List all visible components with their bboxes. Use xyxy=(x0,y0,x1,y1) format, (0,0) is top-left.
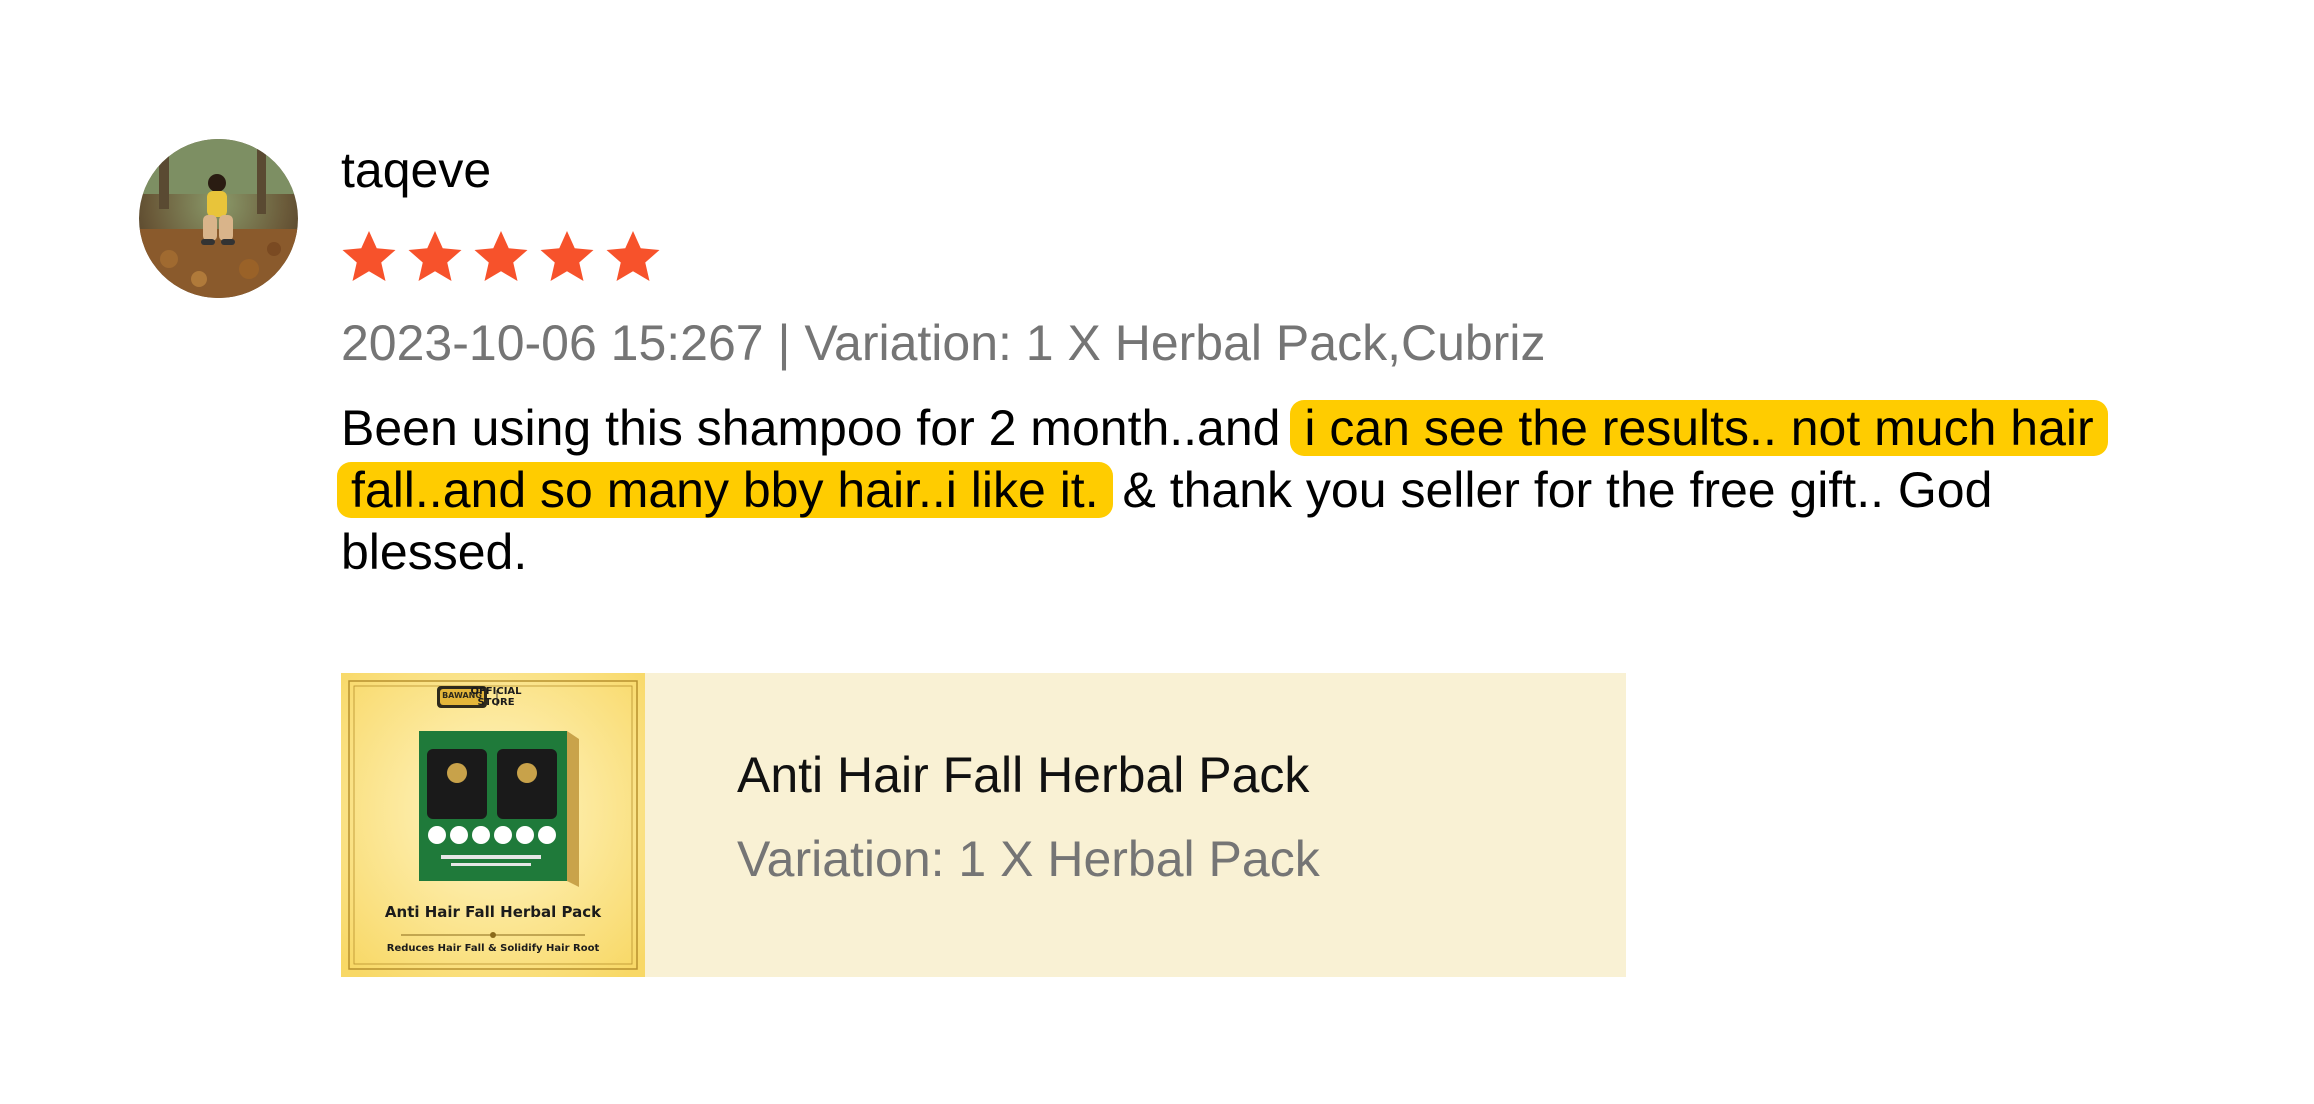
product-image xyxy=(341,673,645,977)
review-date: 2023-10-06 15:267 xyxy=(341,315,764,371)
star-icon xyxy=(342,231,396,281)
user-avatar-photo xyxy=(139,139,298,298)
user-avatar[interactable] xyxy=(139,139,298,298)
review-body: Been using this shampoo for 2 month..and… xyxy=(337,397,2141,583)
reviewer-username: taqeve xyxy=(341,142,492,198)
review-item: taqeve 2023-10-06 15:267 | Variation: 1 … xyxy=(0,0,2314,1104)
review-variation: Variation: 1 X Herbal Pack,Cubriz xyxy=(804,315,1546,371)
review-text-before: Been using this shampoo for 2 month..and xyxy=(341,400,1295,456)
star-icon xyxy=(606,231,660,281)
star-icon xyxy=(540,231,594,281)
thumb-tagline: Reduces Hair Fall & Solidify Hair Root xyxy=(386,943,600,954)
product-variation: Variation: 1 X Herbal Pack xyxy=(737,831,1320,887)
product-title[interactable]: Anti Hair Fall Herbal Pack xyxy=(737,745,1320,805)
review-meta: 2023-10-06 15:267 | Variation: 1 X Herba… xyxy=(341,313,1545,373)
meta-separator: | xyxy=(763,315,805,371)
product-thumbnail[interactable]: BAWANG OFFICIAL STORE Anti Hair Fall Her… xyxy=(341,673,645,977)
product-card[interactable]: BAWANG OFFICIAL STORE Anti Hair Fall Her… xyxy=(341,673,1626,977)
thumb-store: OFFICIAL STORE xyxy=(470,686,522,708)
star-icon xyxy=(408,231,462,281)
thumb-product-name: Anti Hair Fall Herbal Pack xyxy=(384,903,602,921)
product-info: Anti Hair Fall Herbal Pack Variation: 1 … xyxy=(737,745,1320,889)
rating-stars xyxy=(339,227,663,287)
star-icon xyxy=(474,231,528,281)
